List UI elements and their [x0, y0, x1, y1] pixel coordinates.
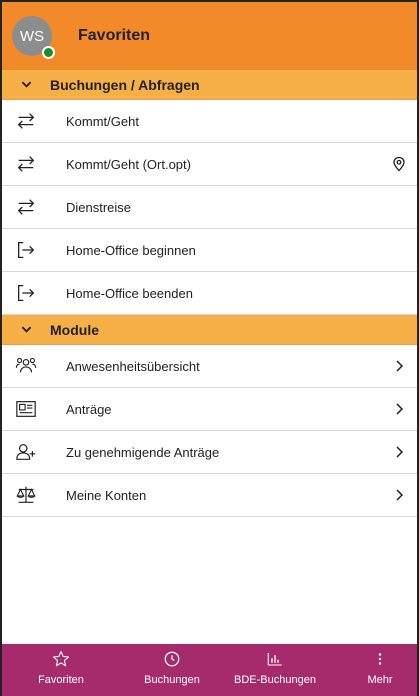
- list-item-kommt-geht[interactable]: Kommt/Geht: [2, 100, 417, 143]
- app-header: WS Favoriten: [2, 2, 417, 70]
- nav-item-mehr[interactable]: Mehr: [360, 644, 400, 686]
- chevron-right-icon: [381, 401, 417, 417]
- nav-label: BDE-Buchungen: [234, 674, 316, 686]
- chevron-right-icon: [381, 487, 417, 503]
- list-item-label: Home-Office beginnen: [66, 242, 196, 258]
- clock-icon: [164, 651, 180, 667]
- chevron-down-icon: [2, 324, 50, 335]
- list-item-label: Dienstreise: [66, 199, 132, 215]
- list-item-label: Zu genehmigende Anträge: [66, 444, 220, 460]
- list-item-home-office-beenden[interactable]: Home-Office beenden: [2, 272, 417, 315]
- list-item-label: Meine Konten: [66, 487, 147, 503]
- section-header-buchungen[interactable]: Buchungen / Abfragen: [2, 70, 417, 100]
- list-item-label: Kommt/Geht (Ort.opt): [66, 156, 191, 172]
- more-vertical-icon: [378, 653, 382, 665]
- list-item-home-office-beginnen[interactable]: Home-Office beginnen: [2, 229, 417, 272]
- nav-item-bde-buchungen[interactable]: BDE-Buchungen: [227, 644, 323, 686]
- section-header-module[interactable]: Module: [2, 315, 417, 345]
- nav-item-buchungen[interactable]: Buchungen: [136, 644, 208, 686]
- list-item-kommt-geht-ort[interactable]: Kommt/Geht (Ort.opt): [2, 143, 417, 186]
- nav-item-favoriten[interactable]: Favoriten: [31, 644, 91, 686]
- star-icon: [52, 650, 70, 667]
- enter-icon: [2, 272, 50, 314]
- list-item-dienstreise[interactable]: Dienstreise: [2, 186, 417, 229]
- list-item-antraege[interactable]: Anträge: [2, 388, 417, 431]
- section-label: Module: [50, 321, 99, 338]
- swap-arrows-icon: [2, 100, 50, 142]
- user-add-icon: [2, 431, 50, 473]
- swap-arrows-icon: [2, 143, 50, 185]
- section-label: Buchungen / Abfragen: [50, 76, 200, 93]
- balance-scale-icon: [2, 474, 50, 516]
- avatar-initials: WS: [19, 27, 45, 45]
- users-group-icon: [2, 345, 50, 387]
- online-status-indicator: [42, 46, 55, 59]
- swap-arrows-icon: [2, 186, 50, 228]
- chevron-right-icon: [381, 358, 417, 374]
- form-icon: [2, 388, 50, 430]
- list-item-label: Anträge: [66, 401, 112, 417]
- bar-chart-icon: [267, 653, 282, 666]
- nav-label: Mehr: [367, 674, 393, 686]
- nav-label: Favoriten: [38, 674, 84, 686]
- nav-label: Buchungen: [144, 674, 200, 686]
- avatar[interactable]: WS: [12, 16, 55, 59]
- bottom-navigation: Favoriten Buchungen BDE-Buchungen Mehr: [2, 644, 417, 696]
- chevron-right-icon: [381, 444, 417, 460]
- list-item-zu-genehmigende-antraege[interactable]: Zu genehmigende Anträge: [2, 431, 417, 474]
- list-item-anwesenheitsuebersicht[interactable]: Anwesenheitsübersicht: [2, 345, 417, 388]
- list-item-label: Anwesenheitsübersicht: [66, 358, 200, 374]
- list-item-label: Kommt/Geht: [66, 113, 139, 129]
- list-item-meine-konten[interactable]: Meine Konten: [2, 474, 417, 517]
- location-pin-icon[interactable]: [381, 156, 417, 172]
- app-window: WS Favoriten Buchungen / Abfragen Kommt/…: [0, 0, 419, 696]
- page-title: Favoriten: [78, 27, 151, 44]
- list-item-label: Home-Office beenden: [66, 285, 193, 301]
- chevron-down-icon: [2, 79, 50, 90]
- enter-icon: [2, 229, 50, 271]
